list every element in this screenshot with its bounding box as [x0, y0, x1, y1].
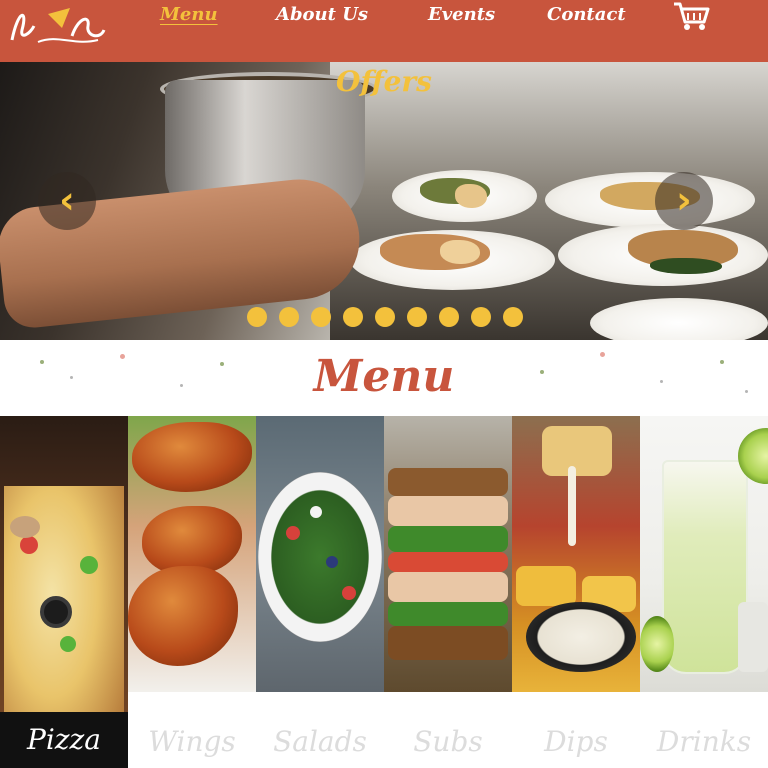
carousel-next-button[interactable]: › [655, 172, 713, 230]
salads-image [256, 416, 384, 692]
nav-events[interactable]: Events [428, 0, 495, 30]
menu-category-salads[interactable]: Salads [256, 416, 384, 768]
carousel-dot[interactable] [279, 307, 299, 327]
offers-carousel: Offers ‹ › [0, 62, 768, 340]
menu-category-label: Wings [148, 725, 236, 758]
menu-category-subs[interactable]: Subs [384, 416, 512, 768]
nav-contact[interactable]: Contact [547, 0, 626, 30]
menu-category-drinks[interactable]: Drinks [640, 416, 768, 768]
menu-category-wings[interactable]: Wings [128, 416, 256, 768]
chevron-right-icon: › [676, 178, 692, 222]
menu-category-pizza[interactable]: Pizza [0, 416, 128, 768]
site-header: Menu About Us Events Contact [0, 0, 768, 62]
chevron-left-icon: ‹ [59, 178, 75, 222]
wings-image [128, 416, 256, 692]
subs-image [384, 416, 512, 692]
carousel-dot[interactable] [343, 307, 363, 327]
carousel-dot[interactable] [503, 307, 523, 327]
carousel-dot[interactable] [439, 307, 459, 327]
carousel-dot[interactable] [471, 307, 491, 327]
menu-category-dips[interactable]: Dips [512, 416, 640, 768]
menu-section-title: Menu [313, 351, 455, 402]
dips-image [512, 416, 640, 692]
site-logo[interactable] [8, 0, 108, 48]
menu-category-label: Salads [273, 725, 367, 758]
nav-about-us[interactable]: About Us [276, 0, 368, 30]
menu-category-label: Dips [544, 725, 608, 758]
offers-title: Offers [336, 65, 432, 98]
nav-menu[interactable]: Menu [160, 0, 218, 30]
carousel-dot[interactable] [311, 307, 331, 327]
shopping-cart-icon[interactable] [672, 0, 710, 32]
menu-category-label: Pizza [0, 712, 128, 768]
carousel-dot[interactable] [375, 307, 395, 327]
menu-category-label: Subs [413, 725, 483, 758]
carousel-dot[interactable] [407, 307, 427, 327]
menu-category-label: Drinks [656, 725, 752, 758]
carousel-dot[interactable] [247, 307, 267, 327]
carousel-prev-button[interactable]: ‹ [38, 172, 96, 230]
drinks-image [640, 416, 768, 692]
